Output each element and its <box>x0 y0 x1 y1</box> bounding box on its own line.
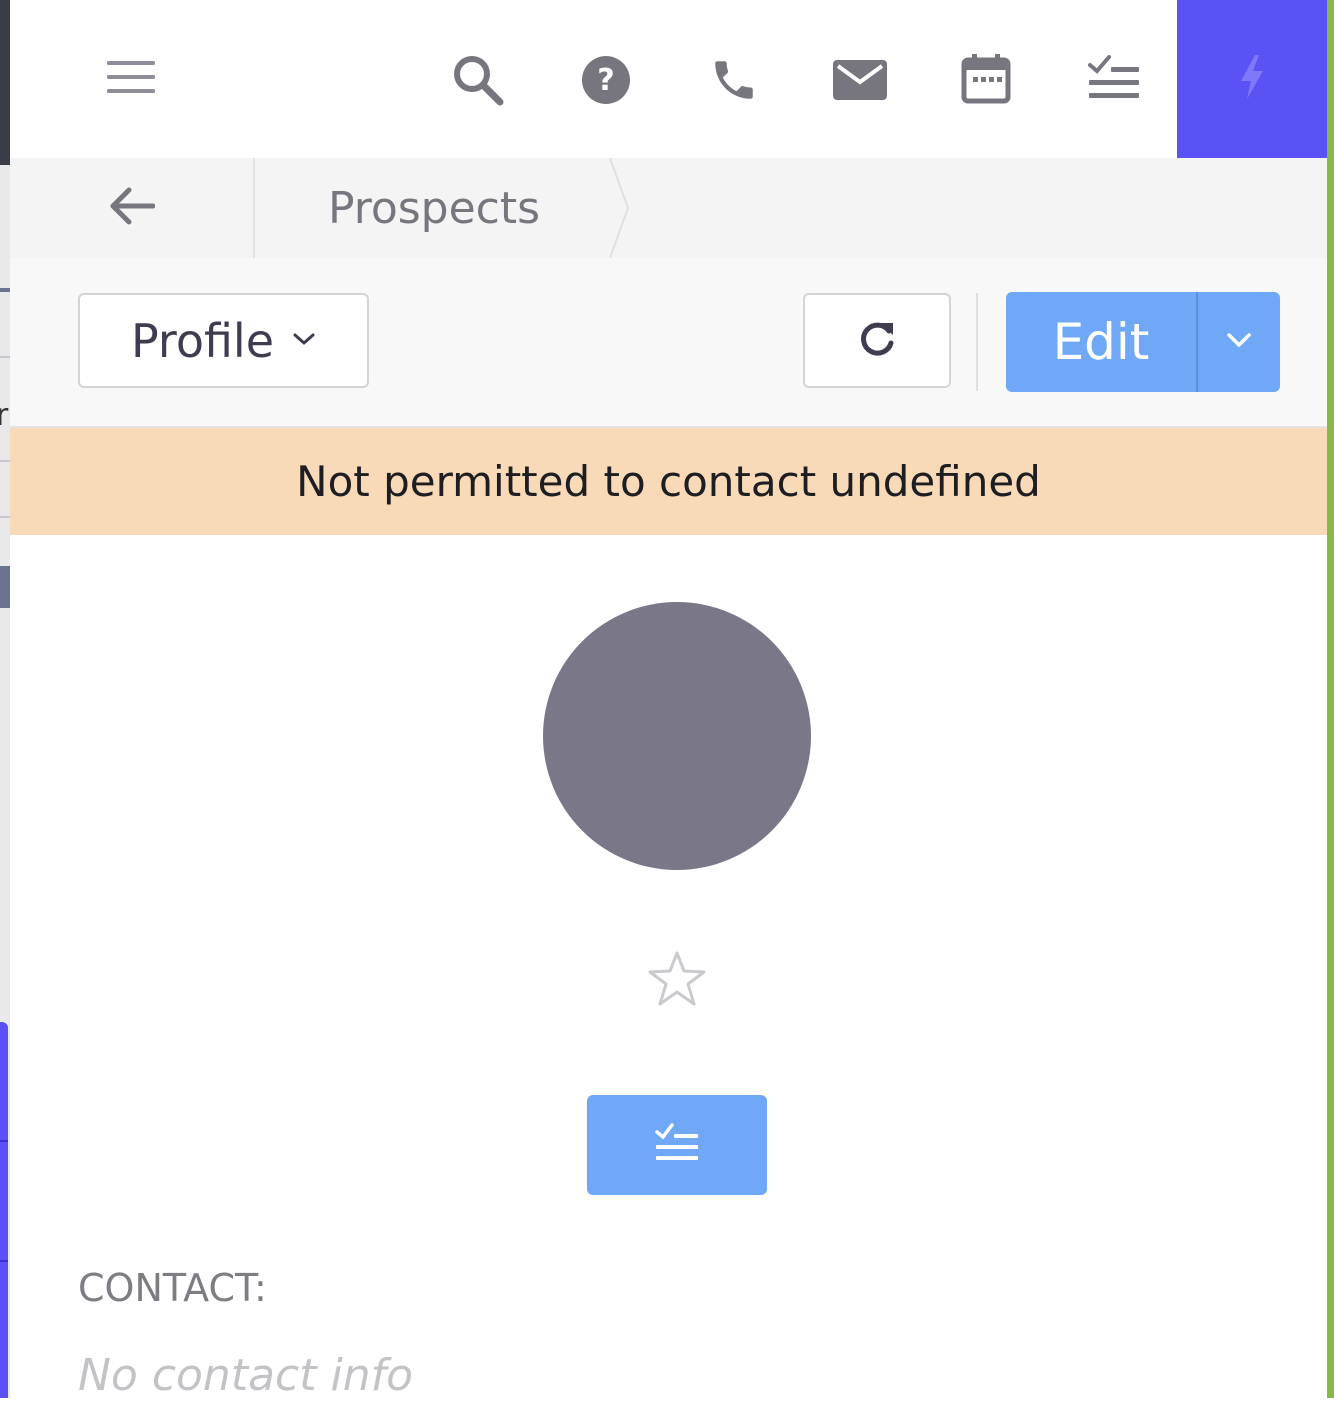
breadcrumb: Prospects <box>10 157 1327 259</box>
task-list-icon <box>654 1122 700 1168</box>
quick-actions-button[interactable] <box>1177 0 1327 158</box>
breadcrumb-prospects[interactable]: Prospects <box>254 158 614 258</box>
chevron-down-icon <box>1225 331 1253 353</box>
contact-heading: CONTACT: <box>78 1266 267 1310</box>
refresh-button[interactable] <box>803 293 951 388</box>
chevron-down-icon <box>292 331 316 351</box>
breadcrumb-separator-icon <box>608 157 634 259</box>
edit-options-button[interactable] <box>1198 292 1280 392</box>
window-edge <box>1327 0 1334 1398</box>
background-page-edge: r <box>0 0 10 1398</box>
favorite-star-icon[interactable] <box>646 948 708 1010</box>
mail-icon[interactable] <box>830 52 890 108</box>
toolbar-divider <box>976 293 978 391</box>
menu-icon[interactable] <box>96 52 166 102</box>
profile-dropdown-button[interactable]: Profile <box>78 293 369 388</box>
edit-split-button: Edit <box>1006 292 1280 392</box>
contact-restriction-banner: Not permitted to contact undefined <box>10 428 1327 535</box>
calendar-icon[interactable] <box>956 48 1016 108</box>
contact-empty-state: No contact info <box>78 1350 413 1401</box>
lightning-icon <box>1237 53 1267 105</box>
refresh-icon <box>857 319 897 363</box>
edit-button[interactable]: Edit <box>1006 292 1196 392</box>
back-button[interactable] <box>10 158 255 258</box>
task-list-icon[interactable] <box>1082 50 1146 106</box>
action-bar: Profile Edit <box>10 258 1327 428</box>
phone-icon[interactable] <box>704 52 764 108</box>
avatar <box>543 602 811 870</box>
help-icon[interactable]: ? <box>578 52 634 108</box>
search-icon[interactable] <box>448 50 508 110</box>
svg-text:?: ? <box>597 63 614 98</box>
prospect-panel: ? Prospects Profile Edit Not permitted t… <box>10 0 1327 1401</box>
profile-dropdown-label: Profile <box>130 313 275 368</box>
add-task-button[interactable] <box>587 1095 767 1195</box>
arrow-left-icon <box>109 186 155 230</box>
top-toolbar: ? <box>10 0 1327 158</box>
